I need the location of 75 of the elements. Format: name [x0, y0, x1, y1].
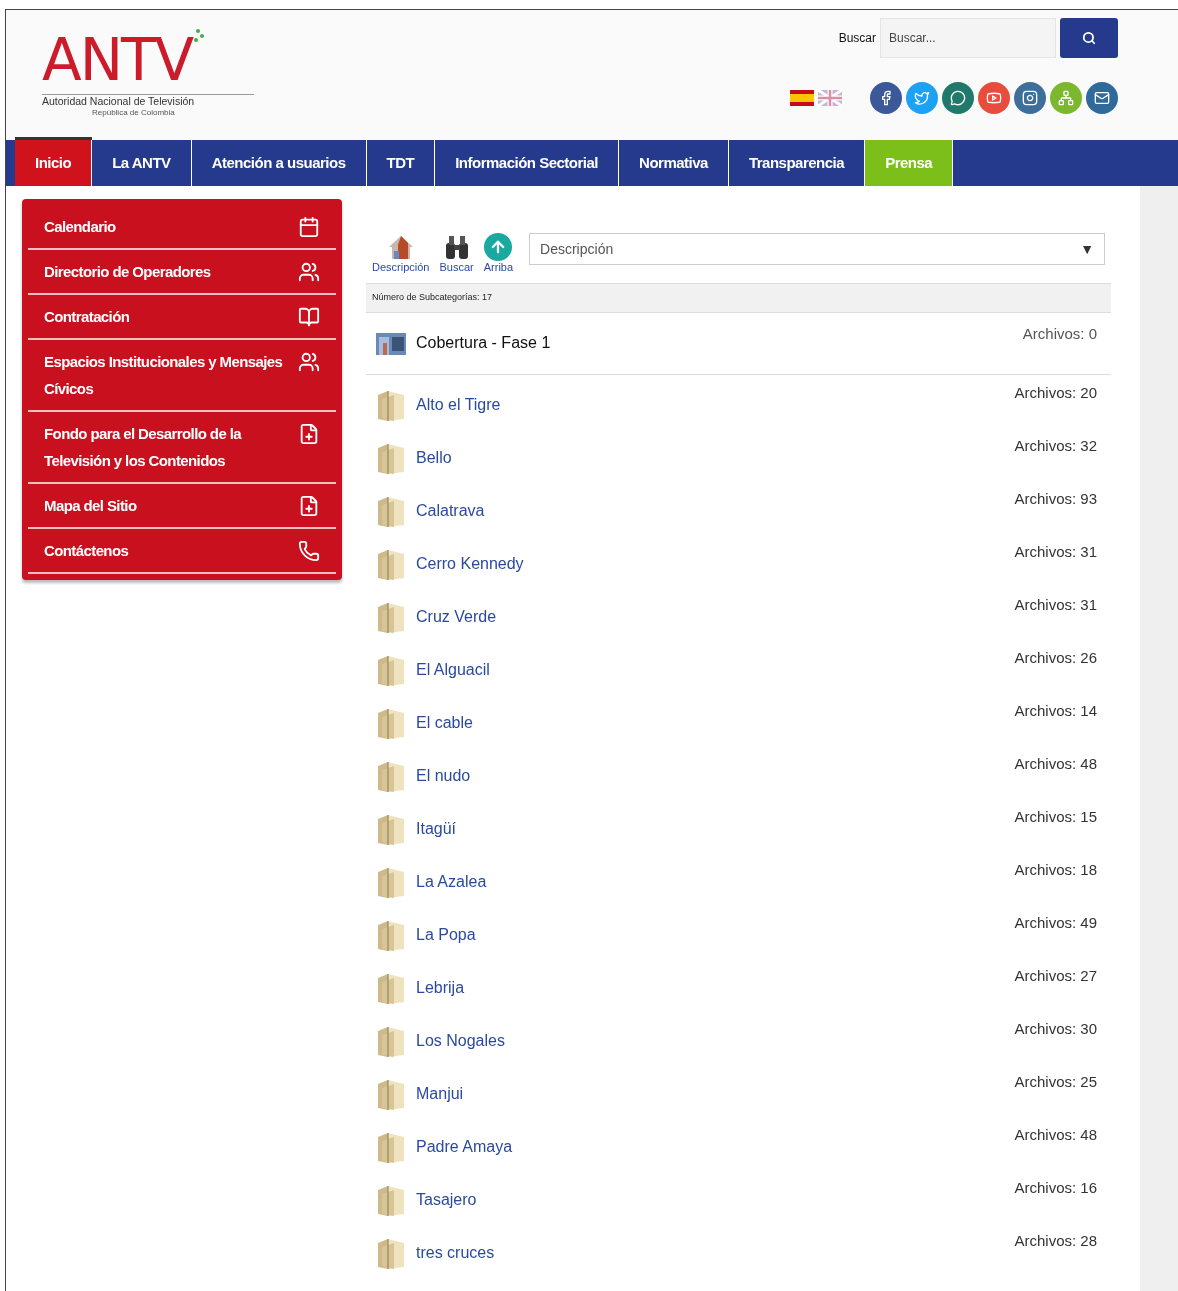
folder-link[interactable]: Itagüí: [416, 817, 457, 841]
file-count: Archivos: 26: [1014, 648, 1097, 668]
file-count: Archivos: 48: [1014, 754, 1097, 774]
toolbar-button[interactable]: Buscar: [439, 233, 474, 273]
sitemap-icon[interactable]: [1050, 82, 1082, 114]
sidebar-link[interactable]: Espacios Institucionales y Mensajes Cívicos: [28, 340, 336, 412]
book-icon: [298, 306, 320, 328]
folder-link[interactable]: Lebrija: [416, 976, 465, 1000]
file-count: Archivos: 15: [1014, 807, 1097, 827]
file-plus-icon: [298, 495, 320, 517]
toolbar-button[interactable]: Descripción: [372, 233, 430, 273]
folder-link[interactable]: Tasajero: [416, 1188, 477, 1212]
sidebar-link[interactable]: Mapa del Sitio: [28, 484, 336, 529]
folder-link[interactable]: El cable: [416, 711, 473, 735]
search-field[interactable]: Buscar...: [880, 18, 1056, 58]
file-count: Archivos: 18: [1014, 860, 1097, 880]
file-count: Archivos: 49: [1014, 913, 1097, 933]
dropdown-arrow-icon: ▼: [1080, 238, 1094, 260]
subcategory-count: Número de Subcategorías: 17: [372, 291, 493, 305]
dots-icon: [192, 28, 207, 44]
phone-icon: [298, 540, 320, 562]
sidebar-link[interactable]: Contáctenos: [28, 529, 336, 574]
folder-link[interactable]: El Alguacil: [416, 658, 490, 682]
users-icon: [298, 351, 320, 373]
folder-link[interactable]: La Azalea: [416, 870, 487, 894]
search-icon: [1082, 31, 1096, 45]
logo-country: República de Colombia: [91, 108, 176, 118]
uk-flag-icon[interactable]: [818, 90, 842, 106]
instagram-icon[interactable]: [1014, 82, 1046, 114]
users-icon: [298, 261, 320, 283]
file-count: Archivos: 31: [1014, 595, 1097, 615]
sidebar-link[interactable]: Directorio de Operadores: [28, 250, 336, 295]
arrow-up-icon: [484, 233, 513, 261]
file-count: Archivos: 93: [1014, 489, 1097, 509]
folder-link[interactable]: Manjui: [416, 1082, 464, 1106]
folder-link[interactable]: Bello: [416, 446, 452, 470]
file-count: Archivos: 27: [1014, 966, 1097, 986]
folder-link[interactable]: Cerro Kennedy: [416, 552, 524, 576]
file-count: Archivos: 28: [1014, 1231, 1097, 1251]
facebook-icon[interactable]: [870, 82, 902, 114]
file-count: Archivos: 0: [1022, 324, 1097, 344]
file-count: Archivos: 20: [1014, 383, 1097, 403]
folder-link[interactable]: tres cruces: [416, 1241, 495, 1265]
logo-subtitle: Autoridad Nacional de Televisión: [42, 95, 196, 108]
search-label: Buscar: [838, 30, 876, 47]
spain-flag-icon[interactable]: [790, 90, 814, 106]
mail-icon[interactable]: [1086, 82, 1118, 114]
category-link[interactable]: Cobertura - Fase 1: [416, 331, 551, 355]
file-count: Archivos: 14: [1014, 701, 1097, 721]
logo-wordmark[interactable]: ANTV: [42, 28, 193, 92]
folder-link[interactable]: Padre Amaya: [416, 1135, 513, 1159]
whatsapp-icon[interactable]: [942, 82, 974, 114]
nav-tab[interactable]: Inicio: [15, 140, 93, 186]
toolbar-button[interactable]: Arriba: [483, 233, 514, 273]
file-count: Archivos: 25: [1014, 1072, 1097, 1092]
sidebar-link[interactable]: Fondo para el Desarrollo de la Televisión y los Contenidos: [28, 412, 336, 484]
scrollbar-track[interactable]: [1140, 186, 1178, 1291]
folder-link[interactable]: La Popa: [416, 923, 476, 947]
file-count: Archivos: 30: [1014, 1019, 1097, 1039]
calendar-icon: [298, 216, 320, 238]
file-plus-icon: [298, 423, 320, 445]
search-button[interactable]: [1060, 18, 1118, 58]
folder-link[interactable]: Los Nogales: [416, 1029, 505, 1053]
folder-link[interactable]: Cruz Verde: [416, 605, 497, 629]
sidebar-link[interactable]: Calendario: [28, 205, 336, 250]
sidebar-link[interactable]: Contratación: [28, 295, 336, 340]
file-count: Archivos: 31: [1014, 542, 1097, 562]
file-count: Archivos: 48: [1014, 1125, 1097, 1145]
youtube-icon[interactable]: [978, 82, 1010, 114]
folder-link[interactable]: Calatrava: [416, 499, 485, 523]
view-select[interactable]: Descripción ▼: [529, 233, 1105, 265]
folder-link[interactable]: Alto el Tigre: [416, 393, 501, 417]
file-count: Archivos: 16: [1014, 1178, 1097, 1198]
folder-link[interactable]: El nudo: [416, 764, 471, 788]
file-count: Archivos: 32: [1014, 436, 1097, 456]
